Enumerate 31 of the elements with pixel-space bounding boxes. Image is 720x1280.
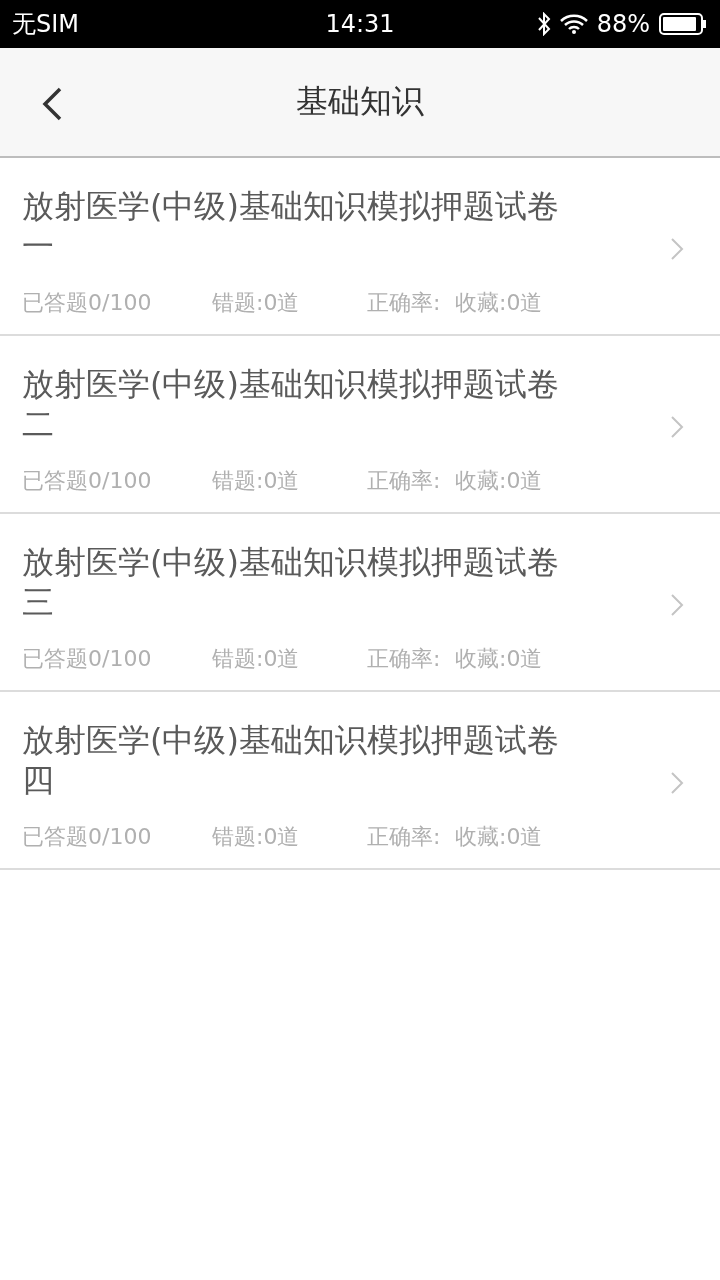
paper-title[interactable]: 放射医学(中级)基础知识模拟押题试卷一 [22,186,582,266]
wrong-count: 错题:0道 [212,645,301,673]
chevron-right-icon[interactable] [670,771,684,795]
favorites-count: 收藏:0道 [455,645,543,673]
chevron-right-icon[interactable] [670,415,684,439]
accuracy-label: 正确率: [367,467,442,495]
paper-title[interactable]: 放射医学(中级)基础知识模拟押题试卷四 [22,720,582,800]
battery-percent: 88% [596,10,650,38]
wrong-count: 错题:0道 [212,823,301,851]
answered-count: 已答题0/100 [22,467,153,495]
wrong-count: 错题:0道 [212,467,301,495]
paper-title[interactable]: 放射医学(中级)基础知识模拟押题试卷三 [22,542,582,622]
favorites-count: 收藏:0道 [455,289,543,317]
accuracy-label: 正确率: [367,823,442,851]
answered-count: 已答题0/100 [22,289,153,317]
answered-count: 已答题0/100 [22,823,153,851]
wifi-icon [558,13,589,35]
favorites-count: 收藏:0道 [455,467,543,495]
favorites-count: 收藏:0道 [455,823,543,851]
wrong-count: 错题:0道 [212,289,301,317]
answered-count: 已答题0/100 [22,645,153,673]
chevron-right-icon[interactable] [670,593,684,617]
accuracy-label: 正确率: [367,289,442,317]
accuracy-label: 正确率: [367,645,442,673]
battery-icon [658,12,708,36]
chevron-right-icon[interactable] [670,237,684,261]
clock: 14:31 [324,10,396,38]
page-title: 基础知识 [296,81,424,122]
bluetooth-icon [536,12,551,36]
paper-title[interactable]: 放射医学(中级)基础知识模拟押题试卷二 [22,364,582,444]
carrier-label: 无SIM [12,9,81,40]
